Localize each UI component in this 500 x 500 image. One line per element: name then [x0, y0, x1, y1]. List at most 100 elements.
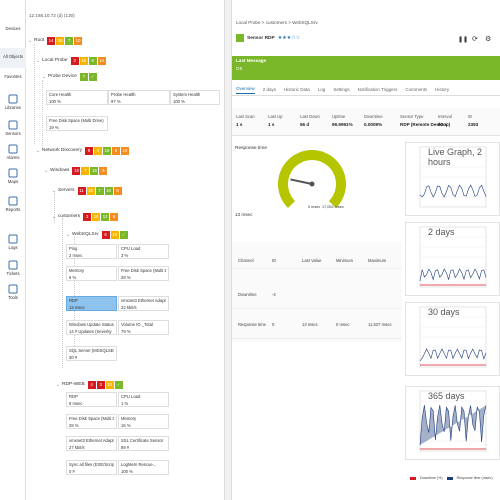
status-badge[interactable]: 3 [83, 212, 92, 221]
status-badge[interactable]: 7 [65, 36, 74, 45]
status-badge[interactable]: 7 [81, 166, 90, 175]
settings-icon[interactable]: ⚙ [485, 35, 491, 43]
status-badge[interactable]: 6 [113, 186, 122, 195]
splitter[interactable] [224, 0, 232, 500]
tree-node-label[interactable]: Network Discovery [42, 148, 82, 153]
status-badge[interactable]: 18 [72, 166, 81, 175]
status-badge[interactable]: 6 [111, 146, 120, 155]
tree-node[interactable]: ⌄ Windows 18 7 16 6 [44, 166, 108, 175]
sensor-tile[interactable]: SSL Certificate Sensor 89 # [118, 436, 169, 451]
tree-node-label[interactable]: Local Probe [42, 58, 68, 63]
status-badge[interactable]: ✓ [119, 230, 128, 239]
expand-toggle[interactable]: ⌄ [36, 148, 41, 154]
channel-cell[interactable]: Response time [238, 322, 266, 327]
nav-sensors[interactable]: Sensors [0, 118, 26, 140]
expand-toggle[interactable]: ⌄ [66, 232, 71, 238]
status-badge[interactable]: 10 [74, 36, 83, 45]
sensor-tile[interactable]: RDP 13 msec [66, 296, 117, 311]
sensor-tile[interactable]: vmxnet3 Ethernet Adapter 27 kbit/s [66, 436, 117, 451]
sensor-tile[interactable]: SQL Server (MSSQLSERVER) Se... 30 # [66, 346, 117, 361]
tree-node[interactable]: ⌄ Servers 11 18 7 16 6 [52, 186, 122, 195]
status-badge[interactable]: 10 [97, 56, 106, 65]
sensor-tile[interactable]: CPU Load 1 % [118, 392, 169, 407]
sensor-tile[interactable]: Free Disk Space (Multi Drive) 28 % [66, 414, 117, 429]
status-badge[interactable]: 18 [86, 186, 95, 195]
status-badge[interactable]: ✓ [88, 72, 97, 81]
tree-node[interactable]: ⌄ Network Discovery 8 3 16 6 10 [36, 146, 129, 155]
tab-notification-triggers[interactable]: Notification Triggers [358, 87, 398, 92]
channel-cell[interactable]: Downtime [238, 292, 257, 297]
tab-historic-data[interactable]: Historic Data [284, 87, 310, 92]
tab-2-days[interactable]: 2 days [263, 87, 276, 92]
sensor-tile[interactable]: System Health 100 % [170, 90, 220, 105]
status-badge[interactable]: 7 [95, 186, 104, 195]
tab-history[interactable]: History [435, 87, 449, 92]
sensor-tile[interactable]: Memory 6 % [66, 266, 117, 281]
status-badge[interactable]: 14 [47, 36, 56, 45]
chart-1[interactable]: Live Graph, 2 hours [405, 142, 500, 216]
status-badge[interactable]: 8 [84, 146, 93, 155]
tree-node[interactable]: ⌄ Local Probe 3 16 6 10 [36, 56, 106, 65]
tab-comments[interactable]: Comments [405, 87, 427, 92]
status-badge[interactable]: 3 [70, 56, 79, 65]
tab-settings[interactable]: Settings [333, 87, 349, 92]
pause-icon[interactable]: ❚❚ [458, 36, 468, 43]
expand-toggle[interactable]: ⌄ [44, 168, 49, 174]
sensor-tile[interactable]: Sync all files (EXE/Script Sensor) 0 # [66, 460, 117, 475]
status-badge[interactable]: 6 [110, 212, 119, 221]
status-badge[interactable]: 4 [87, 380, 96, 389]
nav-reports[interactable]: Reports [0, 194, 26, 216]
status-badge[interactable]: 10 [92, 212, 101, 221]
nav-logs[interactable]: Logs [0, 232, 26, 254]
nav-favorites[interactable]: Favorites [0, 68, 26, 88]
sensor-tile[interactable]: Free Disk Space (Multi Drive) 28 % [118, 266, 169, 281]
status-badge[interactable]: 16 [90, 166, 99, 175]
status-badge[interactable]: 6 [88, 56, 97, 65]
expand-toggle[interactable]: ⌄ [36, 58, 41, 64]
expand-toggle[interactable]: ⌄ [42, 74, 47, 80]
tree-node-label[interactable]: Probe Device [48, 74, 77, 79]
status-badge[interactable]: 12 [101, 212, 110, 221]
tree-node[interactable]: ⌄ Probe Device 7 ✓ [42, 72, 97, 81]
nav-alarms[interactable]: Alarms [0, 142, 26, 164]
column-header[interactable]: ID [272, 258, 276, 263]
sensor-tile[interactable]: vmxnet3 Ethernet Adapter 22 kbit/s [118, 296, 169, 311]
status-badge[interactable]: 16 [79, 56, 88, 65]
sensor-tile[interactable]: Memory 16 % [118, 414, 169, 429]
tree-node-label[interactable]: WebSQLSrv [72, 232, 99, 237]
tree-node[interactable]: ⌄ RDP-WEB 4 3 10 ✓ [56, 380, 123, 389]
expand-toggle[interactable]: ⌄ [56, 382, 61, 388]
priority-stars[interactable]: ★★★☆☆ [278, 35, 300, 41]
sensor-tile[interactable]: LogMeIn Rescue... 100 % [118, 460, 169, 475]
sensor-tile[interactable]: Probe Health 97 % [108, 90, 170, 105]
nav-tickets[interactable]: Tickets [0, 258, 26, 280]
status-badge[interactable]: 6 [101, 230, 110, 239]
tab-overview[interactable]: Overview [236, 86, 255, 94]
expand-toggle[interactable]: ⌄ [28, 38, 33, 44]
sensor-tile[interactable]: Free Disk Space (Multi Drive) 19 % [46, 116, 108, 131]
refresh-icon[interactable]: ⟳ [472, 35, 478, 43]
status-badge[interactable]: 11 [77, 186, 86, 195]
column-header[interactable]: Channel [238, 258, 254, 263]
nav-tools[interactable]: Tools [0, 282, 26, 304]
sensor-tile[interactable]: Ping 2 msec [66, 244, 117, 259]
status-badge[interactable]: 3 [96, 380, 105, 389]
tree-node-label[interactable]: Windows [50, 168, 69, 173]
status-badge[interactable]: 16 [104, 186, 113, 195]
status-badge[interactable]: 6 [99, 166, 108, 175]
tree-node-label[interactable]: RDP-WEB [62, 382, 85, 387]
status-badge[interactable]: 7 [79, 72, 88, 81]
tree-node[interactable]: ⌄ WebSQLSrv 6 10 ✓ [66, 230, 128, 239]
status-badge[interactable]: 10 [105, 380, 114, 389]
tab-log[interactable]: Log [318, 87, 326, 92]
tree-node-label[interactable]: Root [34, 38, 44, 43]
sensor-tile[interactable]: Core Health 100 % [46, 90, 108, 105]
sensor-tile[interactable]: Windows Update Status 14 # Updates (Sever… [66, 320, 117, 335]
nav-maps[interactable]: Maps [0, 166, 26, 188]
nav-devices[interactable]: Devices [0, 20, 26, 40]
chart-4[interactable]: 365 days [405, 386, 500, 460]
status-badge[interactable]: 16 [102, 146, 111, 155]
chart-3[interactable]: 30 days [405, 302, 500, 376]
sensor-tile[interactable]: CPU Load 3 % [118, 244, 169, 259]
status-badge[interactable]: 3 [93, 146, 102, 155]
